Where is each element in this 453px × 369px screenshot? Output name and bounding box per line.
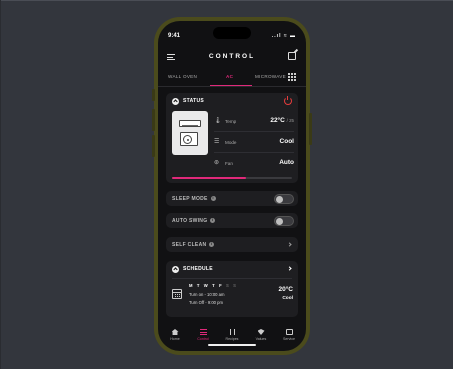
day-thu: T [212,283,217,288]
service-icon [285,329,293,335]
toggle-knob [276,196,283,203]
volume-down-button [152,135,155,157]
status-title: STATUS [183,98,205,104]
schedule-turn-on: Turn on - 10:00 am [189,292,225,297]
temp-max: / 25 [286,118,294,123]
active-tab-indicator [210,85,252,86]
chevron-right-icon [287,242,292,247]
schedule-card: SCHEDULE M T W T F S S Turn on - 10:00 a… [166,261,298,317]
day-sat: S [226,283,231,288]
schedule-temp: 20°C [278,286,293,293]
tab-microwave[interactable]: MICROWAVE [255,74,286,79]
day-sun: S [233,283,238,288]
auto-swing-toggle[interactable] [274,216,294,226]
fan-grille-icon [183,135,192,144]
fan-row: ⊛ Fan Auto [214,159,294,171]
day-tue: T [196,283,202,288]
info-icon[interactable]: i [210,196,216,202]
mode-value: Cool [279,138,294,145]
edit-icon[interactable] [288,52,296,60]
status-progress-fill [172,177,247,179]
calendar-icon [172,289,182,299]
ac-outdoor-unit-icon [180,132,198,146]
nav-service-label: Service [283,337,295,341]
auto-swing-label: AUTO SWING i [172,218,216,224]
schedule-mode: Cool [282,296,293,301]
sleep-mode-toggle[interactable] [274,194,294,204]
chevron-right-icon[interactable] [287,266,292,271]
home-indicator [208,344,256,346]
self-clean-row[interactable]: SELF CLEAN i [166,237,298,252]
toggle-knob [276,218,283,225]
row-divider [214,152,294,153]
canvas-left-edge [0,0,1,369]
volume-up-button [152,109,155,131]
home-icon [171,329,179,335]
schedule-divider [172,278,292,279]
signal-wifi-battery-icon: ..ıl ≈ ▬ [271,33,296,39]
status-time: 9:41 [168,33,181,39]
fan-label: Fan [225,161,233,166]
ac-illustration [172,111,208,155]
row-divider [214,131,294,132]
temp-label: Temp [225,119,237,124]
day-mon: M [189,283,195,288]
nav-home[interactable]: Home [163,329,187,341]
mute-switch [152,89,155,101]
sleep-mode-label: SLEEP MODE i [172,196,216,202]
nav-home-label: Home [170,337,180,341]
collapse-icon[interactable] [172,98,179,105]
temp-value: 22°C / 25 [270,117,294,124]
power-side-button [309,113,312,145]
power-icon[interactable] [284,96,292,105]
day-fri: F [219,283,224,288]
status-progress-bar [172,177,292,179]
canvas-top-edge [0,0,453,1]
collapse-icon[interactable] [172,266,179,273]
phone-frame: 9:41 ..ıl ≈ ▬ CONTROL WALL OVEN AC MICRO… [152,17,312,355]
grid-icon[interactable] [288,73,296,81]
nav-values-label: Values [255,337,267,341]
nav-recipes[interactable]: Recipes [220,329,244,341]
mode-label: Mode [225,140,237,145]
sleep-mode-row: SLEEP MODE i [166,191,298,206]
tab-wall-oven[interactable]: WALL OVEN [168,74,197,79]
mode-icon: ☰ [214,139,220,145]
nav-control-label: Control [197,337,209,341]
status-bar: 9:41 ..ıl ≈ ▬ [168,33,296,43]
fan-icon: ⊛ [214,160,220,166]
recipes-icon [229,329,236,335]
device-tabs: WALL OVEN AC MICROWAVE [158,71,306,87]
schedule-title: SCHEDULE [183,266,213,272]
thermometer-icon: 🌡 [214,118,222,124]
app-header: CONTROL [158,49,306,65]
day-wed: W [203,283,210,288]
info-icon[interactable]: i [210,218,216,224]
auto-swing-row: AUTO SWING i [166,213,298,228]
nav-service[interactable]: Service [277,329,301,341]
bottom-nav: Home Control Recipes Values Service [158,329,306,351]
tab-ac[interactable]: AC [226,74,233,79]
nav-control[interactable]: Control [191,329,215,341]
values-icon [257,329,265,335]
nav-recipes-label: Recipes [225,337,239,341]
control-icon [199,329,207,335]
ac-indoor-unit-icon [179,120,201,127]
info-icon[interactable]: i [209,242,215,248]
schedule-days: M T W T F S S [189,283,238,288]
nav-values[interactable]: Values [249,329,273,341]
page-title: CONTROL [208,53,256,60]
fan-value: Auto [279,159,294,166]
mode-row: ☰ Mode Cool [214,138,294,150]
status-card: STATUS 🌡 Temp 22°C / 25 ☰ Mode Cool ⊛ Fa… [166,93,298,183]
phone-screen: 9:41 ..ıl ≈ ▬ CONTROL WALL OVEN AC MICRO… [158,21,306,351]
schedule-turn-off: Turn Off - 9:00 pm [189,300,223,305]
temp-row: 🌡 Temp 22°C / 25 [214,117,294,129]
self-clean-label: SELF CLEAN i [172,242,215,248]
